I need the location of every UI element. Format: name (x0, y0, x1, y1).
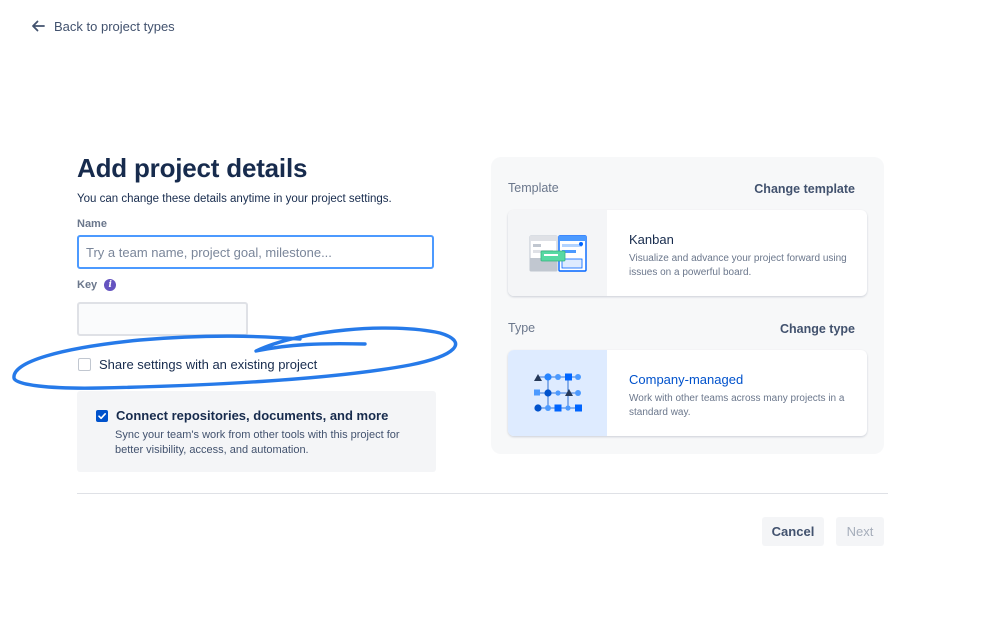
template-card-title: Kanban (629, 232, 674, 247)
share-settings-checkbox[interactable]: Share settings with an existing project (78, 357, 317, 372)
name-input[interactable] (77, 235, 434, 269)
change-type-button[interactable]: Change type (780, 322, 855, 336)
checkmark-icon (98, 413, 106, 420)
share-settings-label: Share settings with an existing project (99, 357, 318, 372)
type-card-title: Company-managed (629, 372, 744, 387)
connect-repositories-option[interactable]: Connect repositories, documents, and mor… (77, 391, 436, 472)
kanban-board-illustration (508, 210, 607, 296)
type-card-company-managed[interactable]: Company-managed Work with other teams ac… (508, 350, 867, 436)
template-card-description: Visualize and advance your project forwa… (629, 253, 847, 278)
info-icon[interactable]: i (104, 279, 117, 291)
type-heading: Type (508, 321, 536, 335)
cancel-button[interactable]: Cancel (762, 517, 824, 546)
connect-description: Sync your team's work from other tools w… (115, 429, 400, 456)
page-title: Add project details (77, 153, 308, 183)
template-heading: Template (508, 181, 559, 195)
unchecked-checkbox-icon (78, 358, 91, 371)
back-to-project-types-link[interactable]: Back to project types (30, 18, 175, 34)
back-link-label: Back to project types (54, 18, 175, 34)
company-managed-illustration (508, 350, 607, 436)
type-card-description: Work with other teams across many projec… (629, 393, 845, 418)
footer-divider (77, 493, 888, 494)
page-subtitle: You can change these details anytime in … (77, 193, 392, 205)
key-input[interactable] (77, 302, 248, 336)
change-template-button[interactable]: Change template (754, 182, 855, 196)
next-button[interactable]: Next (836, 517, 884, 546)
connect-title: Connect repositories, documents, and mor… (116, 408, 389, 423)
checked-checkbox-icon[interactable] (96, 410, 108, 422)
key-label: Key (77, 279, 98, 291)
project-summary-panel: Template Change template Kanban Visualiz… (491, 157, 884, 454)
template-card-kanban[interactable]: Kanban Visualize and advance your projec… (508, 210, 867, 296)
key-label-row: Key i (77, 279, 117, 291)
name-label: Name (77, 218, 107, 230)
arrow-left-icon (32, 20, 45, 32)
